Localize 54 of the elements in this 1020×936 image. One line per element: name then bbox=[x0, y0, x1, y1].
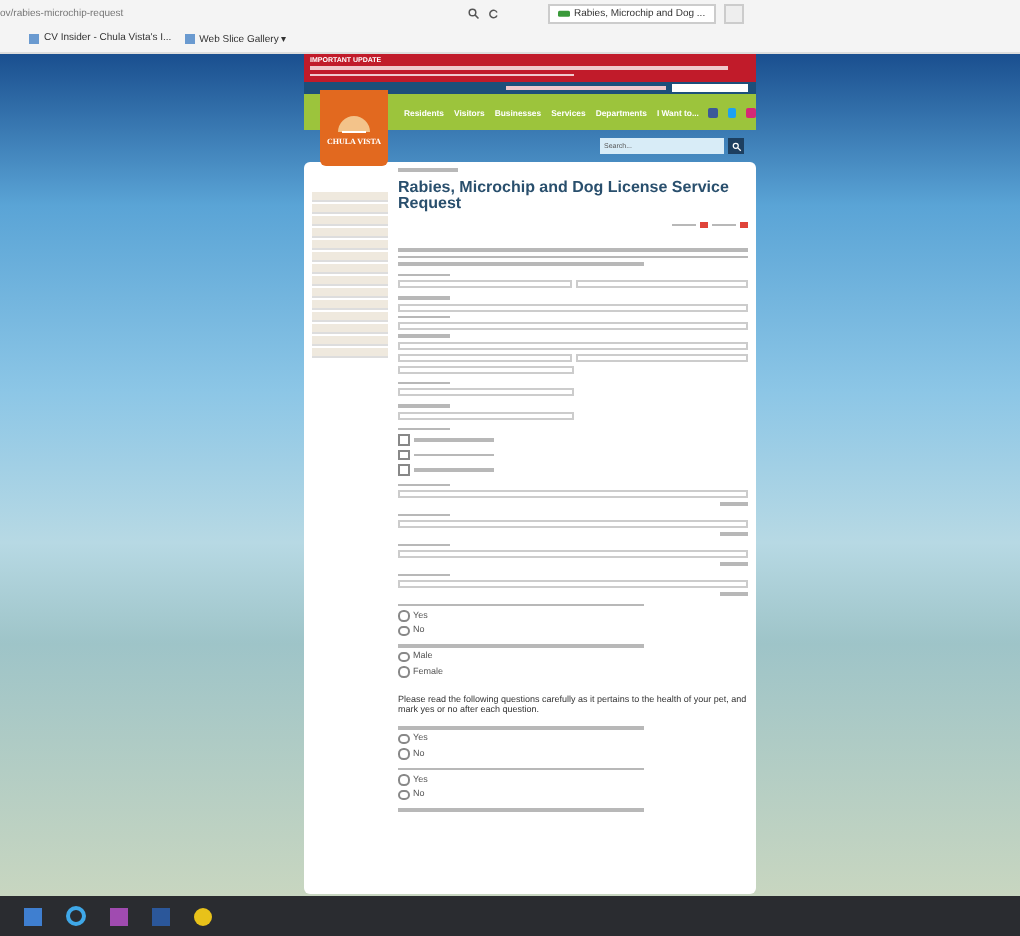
menu-item[interactable] bbox=[312, 312, 388, 322]
radio-button[interactable] bbox=[398, 748, 409, 760]
input-field[interactable] bbox=[398, 280, 571, 289]
search-button[interactable] bbox=[728, 138, 744, 154]
input-field[interactable] bbox=[398, 550, 748, 559]
app-icon[interactable] bbox=[110, 907, 128, 925]
new-tab-button[interactable] bbox=[723, 3, 744, 23]
radio-button[interactable] bbox=[398, 733, 409, 745]
checkbox[interactable] bbox=[398, 434, 409, 446]
menu-item[interactable] bbox=[312, 324, 388, 334]
search-field[interactable] bbox=[672, 84, 748, 92]
checkbox[interactable] bbox=[398, 464, 409, 476]
input-field[interactable] bbox=[398, 303, 748, 312]
print-icon[interactable] bbox=[740, 222, 748, 229]
menu-item[interactable] bbox=[312, 192, 388, 202]
radio-button[interactable] bbox=[398, 774, 409, 786]
text-line bbox=[672, 223, 696, 227]
menu-item[interactable] bbox=[312, 252, 388, 262]
input-field[interactable] bbox=[398, 490, 748, 499]
radio-button[interactable] bbox=[398, 625, 409, 637]
sun-icon bbox=[334, 110, 374, 134]
input-field[interactable] bbox=[398, 353, 571, 362]
menu-item[interactable] bbox=[312, 228, 388, 238]
page-icon bbox=[28, 33, 40, 43]
search-icon bbox=[731, 141, 741, 151]
menu-item[interactable] bbox=[312, 204, 388, 214]
menu-item[interactable] bbox=[312, 276, 388, 286]
share-icon[interactable] bbox=[700, 222, 708, 229]
menu-item[interactable] bbox=[312, 348, 388, 358]
refresh-icon[interactable] bbox=[488, 7, 500, 19]
checkbox[interactable] bbox=[398, 449, 409, 461]
text-line bbox=[712, 223, 736, 227]
radio-button[interactable] bbox=[398, 610, 409, 622]
menu-item[interactable] bbox=[312, 264, 388, 274]
input-field[interactable] bbox=[398, 322, 748, 331]
menu-item[interactable] bbox=[312, 216, 388, 226]
menu-item[interactable] bbox=[312, 300, 388, 310]
input-field[interactable] bbox=[575, 280, 748, 289]
input-field[interactable] bbox=[398, 580, 748, 589]
input-field[interactable] bbox=[398, 341, 748, 350]
input-field[interactable] bbox=[398, 411, 573, 420]
radio-button[interactable] bbox=[398, 789, 409, 801]
search-icon[interactable] bbox=[468, 7, 480, 19]
menu-item[interactable] bbox=[312, 240, 388, 250]
radio-button[interactable] bbox=[398, 651, 409, 663]
input-field[interactable] bbox=[398, 520, 748, 529]
input-field[interactable] bbox=[398, 365, 573, 374]
input-field[interactable] bbox=[398, 388, 573, 397]
page-icon bbox=[183, 33, 196, 43]
menu-item[interactable] bbox=[312, 336, 388, 346]
radio-button[interactable] bbox=[398, 666, 409, 678]
page-title: Rabies, Microchip and Dog License Service Request bbox=[398, 179, 731, 215]
menu-item[interactable] bbox=[312, 288, 388, 298]
input-field[interactable] bbox=[575, 353, 748, 362]
